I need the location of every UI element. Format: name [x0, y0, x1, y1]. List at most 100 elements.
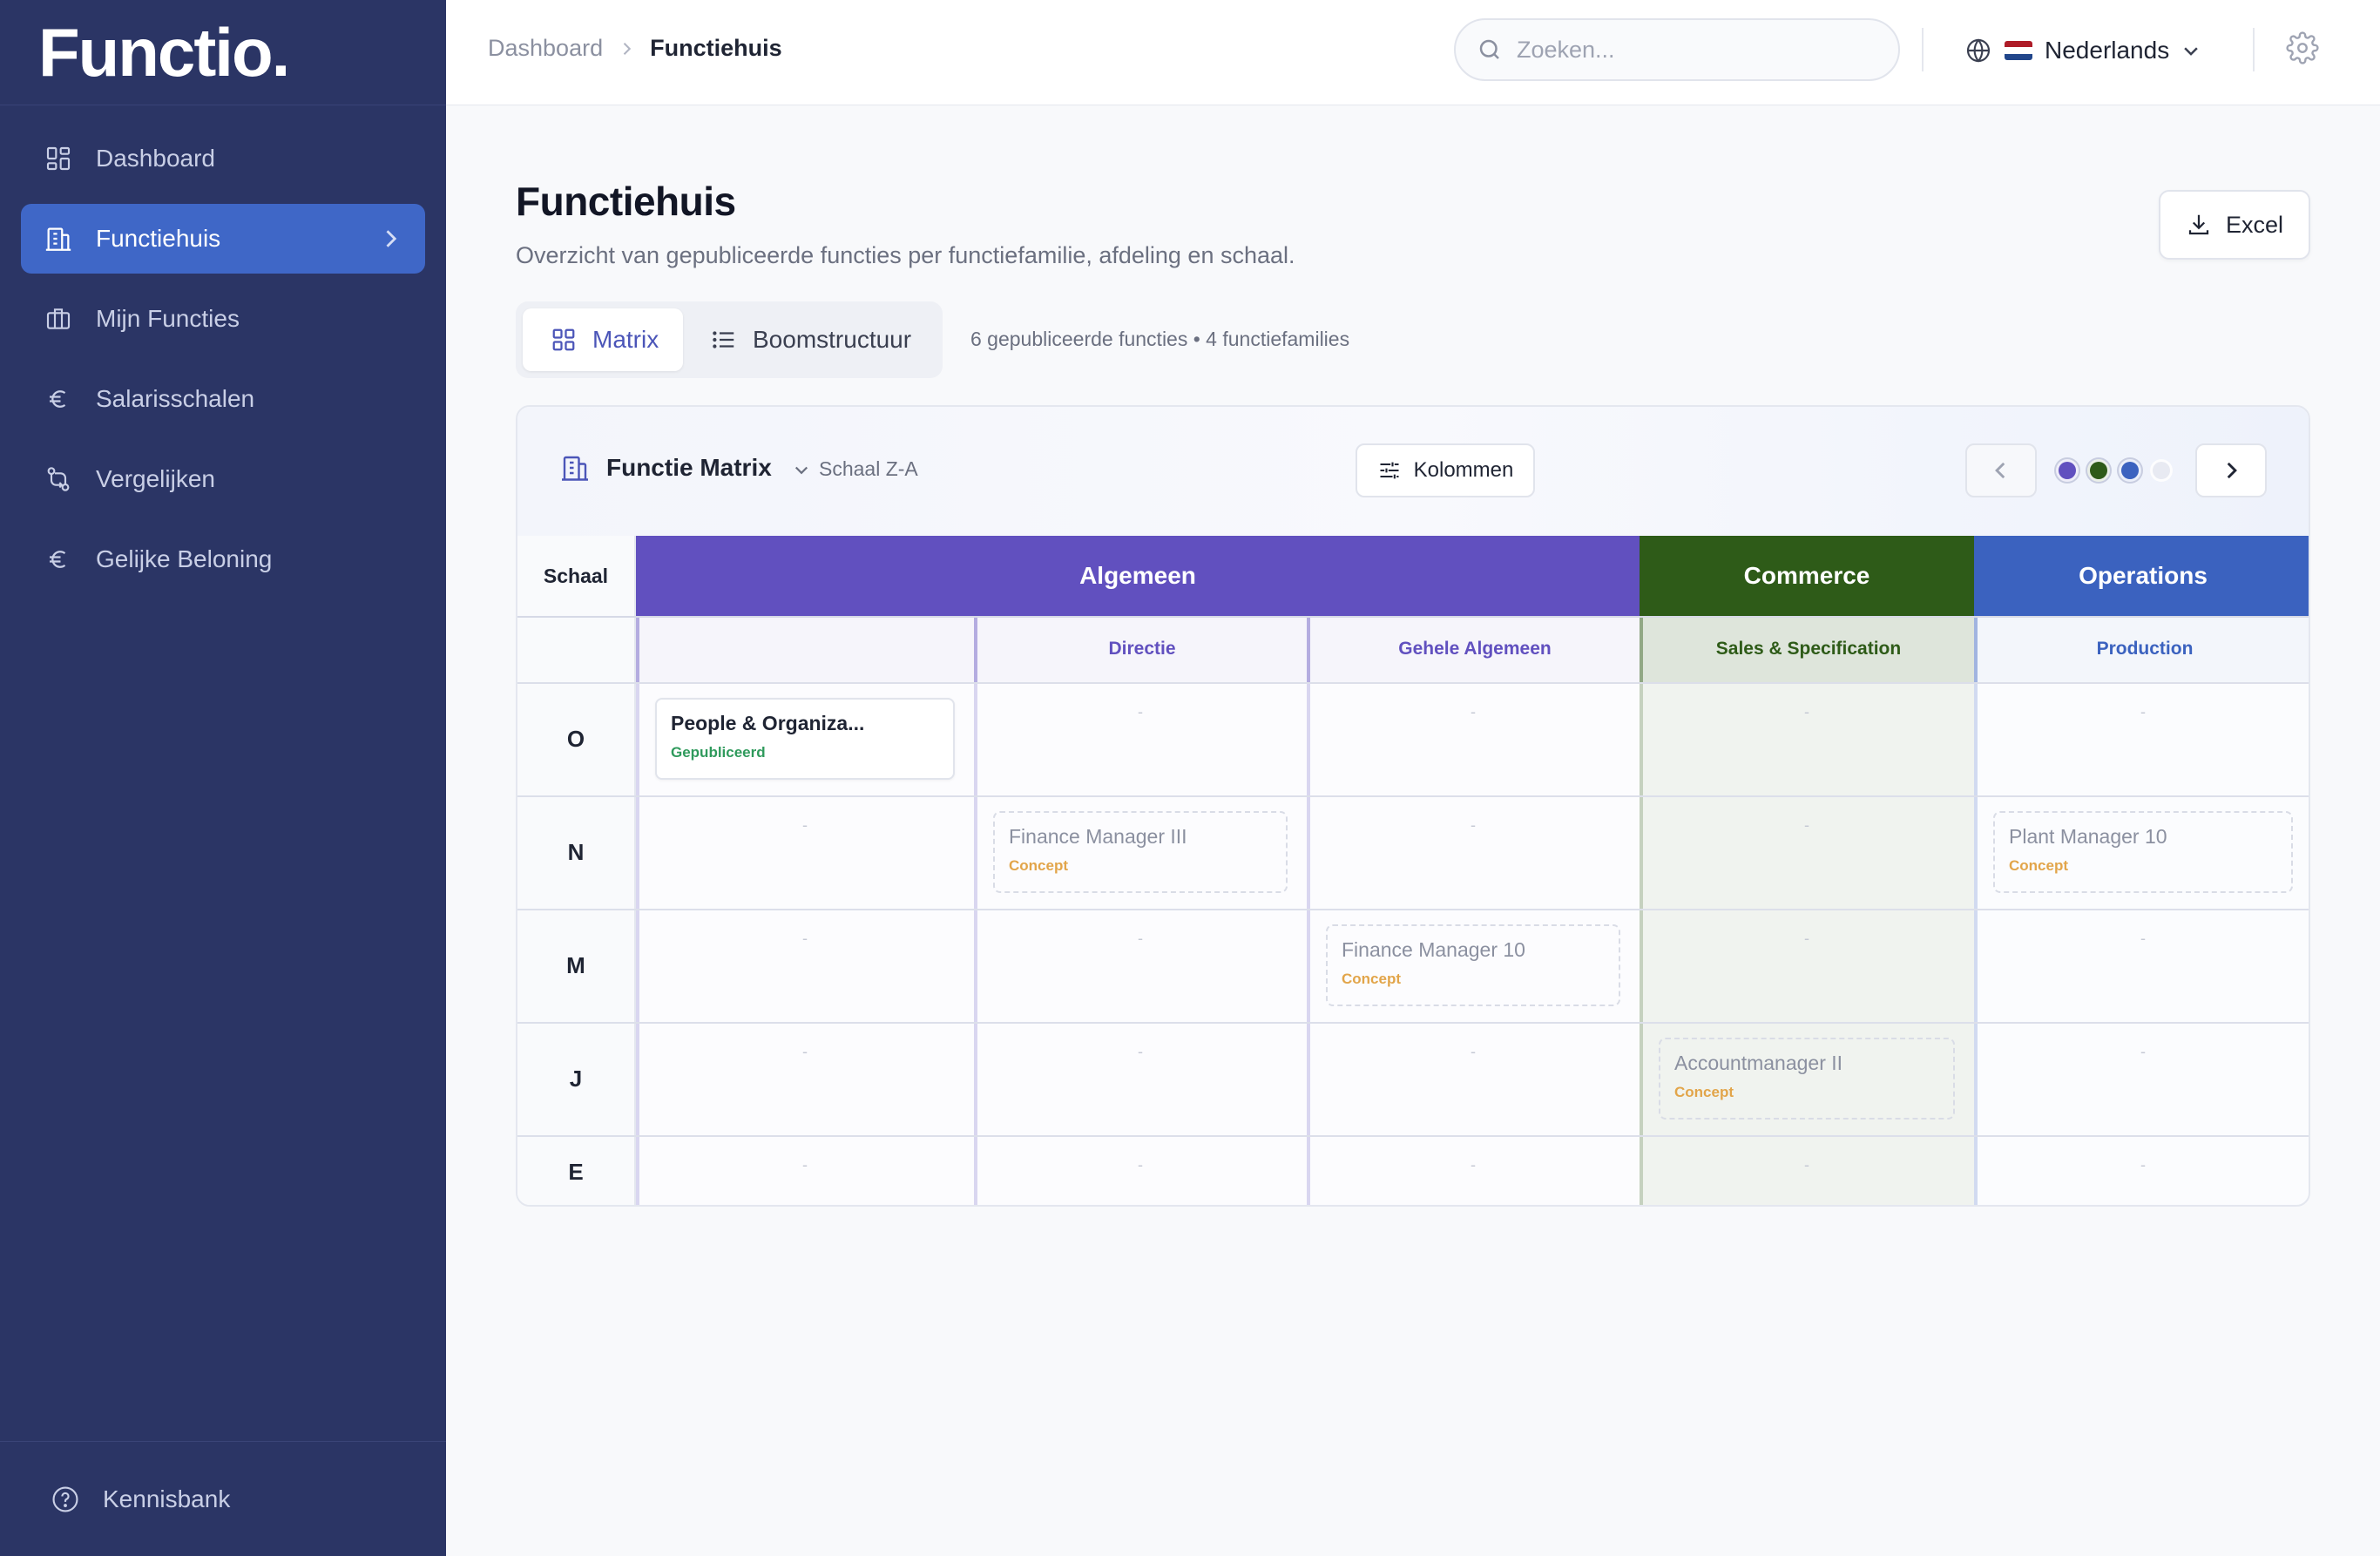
tab-matrix-label: Matrix [592, 326, 659, 353]
matrix-cell[interactable]: - [1307, 1022, 1640, 1135]
matrix-cell[interactable]: Finance Manager 10 Concept [1307, 909, 1640, 1022]
empty-marker: - [2140, 1043, 2146, 1060]
matrix-cell[interactable]: - [974, 909, 1307, 1022]
pagination-dot[interactable] [2119, 459, 2141, 482]
matrix-cell[interactable]: - [974, 682, 1307, 795]
function-card[interactable]: Accountmanager II Concept [1659, 1038, 1955, 1120]
empty-marker: - [1138, 1043, 1143, 1060]
function-card[interactable]: Finance Manager 10 Concept [1326, 924, 1620, 1006]
matrix-cell[interactable]: Plant Manager 10 Concept [1974, 795, 2309, 909]
sort-toggle[interactable]: Schaal Z-A [793, 457, 918, 481]
scale-row-label: J [517, 1022, 636, 1135]
matrix-cell[interactable]: - [1974, 909, 2309, 1022]
breadcrumb-current: Functiehuis [650, 35, 782, 61]
function-card[interactable]: Finance Manager III Concept [993, 811, 1288, 893]
language-selector[interactable]: Nederlands [1964, 26, 2213, 75]
matrix-cell[interactable]: - [1640, 795, 1974, 909]
matrix-cell[interactable]: Finance Manager III Concept [974, 795, 1307, 909]
columns-button[interactable]: Kolommen [1356, 443, 1535, 497]
matrix-cell[interactable]: - [1974, 1022, 2309, 1135]
pagination-dot[interactable] [2087, 459, 2110, 482]
function-card[interactable]: Plant Manager 10 Concept [1993, 811, 2293, 893]
matrix-cell[interactable]: - [1307, 1135, 1640, 1205]
prev-page-button[interactable] [1965, 443, 2037, 497]
matrix-cell[interactable]: - [636, 1135, 974, 1205]
excel-export-button[interactable]: Excel [2159, 190, 2310, 260]
sidebar: Functio. Dashboard Functiehuis Mijn Func… [0, 0, 446, 1556]
pagination-dot[interactable] [2056, 459, 2079, 482]
tab-matrix[interactable]: Matrix [523, 308, 683, 371]
matrix-cell[interactable]: - [1307, 795, 1640, 909]
matrix-cell[interactable]: - [1974, 682, 2309, 795]
pagination-dot[interactable] [2150, 459, 2173, 482]
gear-icon[interactable] [2286, 31, 2319, 69]
matrix-cell[interactable]: - [636, 795, 974, 909]
view-toggle: Matrix Boomstructuur [516, 301, 943, 378]
building-icon [44, 224, 73, 254]
empty-marker: - [1804, 816, 1809, 834]
function-title: Plant Manager 10 [2009, 825, 2167, 848]
search-icon [1477, 37, 1503, 63]
sidebar-item-label: Vergelijken [96, 465, 215, 492]
empty-marker: - [1804, 703, 1809, 720]
family-header-commerce: Commerce [1640, 536, 1974, 616]
sidebar-item-mijn-functies[interactable]: Mijn Functies [21, 284, 425, 354]
matrix-cell[interactable]: - [974, 1135, 1307, 1205]
matrix-cell[interactable]: - [974, 1022, 1307, 1135]
department-header: Sales & Specification [1640, 616, 1974, 682]
compare-icon [44, 464, 73, 494]
scale-subheader [517, 616, 636, 682]
sidebar-item-label: Mijn Functies [96, 305, 240, 332]
matrix-cell[interactable]: Accountmanager II Concept [1640, 1022, 1974, 1135]
empty-marker: - [1471, 816, 1476, 834]
family-header-operations: Operations [1974, 536, 2309, 616]
search-input[interactable] [1517, 36, 1883, 64]
matrix-title-label: Functie Matrix [606, 454, 772, 481]
tab-boomstructuur[interactable]: Boomstructuur [711, 308, 911, 371]
download-icon [2186, 212, 2212, 238]
columns-label: Kolommen [1413, 458, 1514, 482]
globe-icon [1964, 37, 1992, 64]
chevron-right-icon [382, 227, 399, 257]
matrix-cell[interactable]: - [1640, 682, 1974, 795]
sidebar-item-functiehuis[interactable]: Functiehuis [21, 204, 425, 274]
sidebar-item-kennisbank[interactable]: Kennisbank [0, 1441, 446, 1556]
search-box[interactable] [1454, 18, 1900, 81]
matrix-cell[interactable]: - [636, 909, 974, 1022]
next-page-button[interactable] [2195, 443, 2267, 497]
sidebar-item-gelijke-beloning[interactable]: Gelijke Beloning [21, 524, 425, 594]
sidebar-item-label: Salarisschalen [96, 385, 255, 412]
sliders-icon [1377, 458, 1402, 483]
function-title: Finance Manager III [1009, 825, 1187, 848]
chevron-left-icon [1993, 459, 2009, 482]
sidebar-item-vergelijken[interactable]: Vergelijken [21, 444, 425, 514]
list-icon [711, 327, 737, 353]
breadcrumb-dashboard[interactable]: Dashboard [488, 35, 603, 62]
empty-marker: - [1471, 703, 1476, 720]
app-logo[interactable]: Functio. [0, 0, 446, 105]
sidebar-item-label: Functiehuis [96, 225, 221, 252]
matrix-cell[interactable]: - [636, 1022, 974, 1135]
scale-row-label: M [517, 909, 636, 1022]
department-header: Gehele Algemeen [1307, 616, 1640, 682]
empty-marker: - [1138, 703, 1143, 720]
chevron-right-icon [620, 40, 632, 58]
tab-boomstructuur-label: Boomstructuur [753, 326, 912, 353]
matrix-cell[interactable]: - [1307, 682, 1640, 795]
sort-label: Schaal Z-A [819, 457, 918, 480]
matrix-cell[interactable]: - [1640, 1135, 1974, 1205]
empty-marker: - [2140, 1156, 2146, 1174]
matrix-cell[interactable]: - [1974, 1135, 2309, 1205]
empty-marker: - [1471, 1156, 1476, 1174]
chevron-right-icon [2223, 459, 2239, 482]
matrix-cell[interactable]: People & Organiza... Gepubliceerd [636, 682, 974, 795]
function-matrix-card: Functie Matrix Schaal Z-A Kolommen Schaa [516, 405, 2310, 1207]
pagination-dots [2056, 459, 2181, 482]
empty-marker: - [1471, 1043, 1476, 1060]
scale-header: Schaal [517, 536, 636, 616]
sidebar-item-salarisschalen[interactable]: Salarisschalen [21, 364, 425, 434]
function-status: Concept [1674, 1084, 1734, 1100]
matrix-cell[interactable]: - [1640, 909, 1974, 1022]
sidebar-item-dashboard[interactable]: Dashboard [21, 124, 425, 193]
function-card[interactable]: People & Organiza... Gepubliceerd [655, 698, 955, 780]
